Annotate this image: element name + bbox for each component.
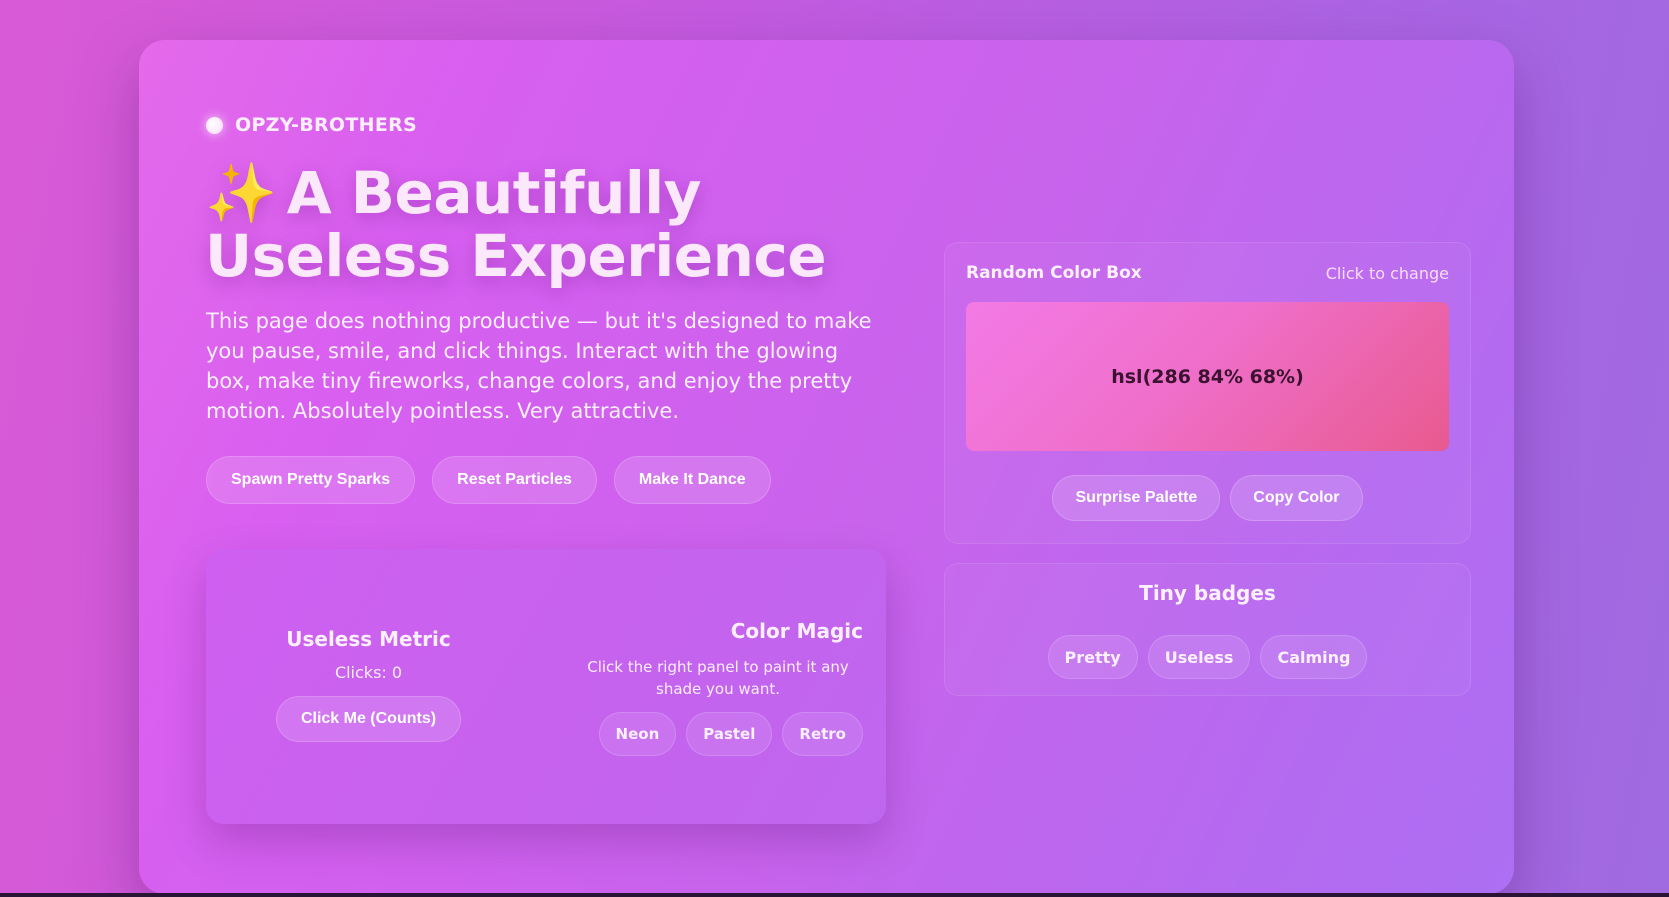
- sparkle-icon: ✨: [205, 159, 277, 227]
- chip-neon[interactable]: Neon: [598, 712, 677, 756]
- palette-chips: Neon Pastel Retro: [573, 712, 863, 756]
- make-it-dance-button[interactable]: Make It Dance: [613, 456, 771, 504]
- spawn-sparks-button[interactable]: Spawn Pretty Sparks: [206, 456, 416, 504]
- useless-metric: Useless Metric Clicks: 0 Click Me (Count…: [206, 627, 531, 742]
- chip-pastel[interactable]: Pastel: [686, 712, 773, 756]
- badges-panel: Tiny badges Pretty Useless Calming: [944, 563, 1471, 696]
- color-panel-header: Random Color Box Click to change: [966, 263, 1449, 283]
- chip-retro[interactable]: Retro: [782, 712, 863, 756]
- surprise-palette-button[interactable]: Surprise Palette: [1052, 475, 1221, 521]
- click-me-button[interactable]: Click Me (Counts): [275, 696, 462, 742]
- hero-title-line2: Useless Experience: [205, 222, 827, 290]
- color-panel-hint: Click to change: [1325, 263, 1449, 283]
- random-color-panel: Random Color Box Click to change hsl(286…: [944, 242, 1471, 544]
- reset-particles-button[interactable]: Reset Particles: [432, 456, 597, 504]
- color-magic: Color Magic Click the right panel to pai…: [573, 619, 863, 756]
- color-magic-description: Click the right panel to paint it any sh…: [587, 658, 849, 698]
- badge-pretty: Pretty: [1047, 635, 1138, 679]
- metric-panel: Useless Metric Clicks: 0 Click Me (Count…: [206, 549, 886, 824]
- brand: OPZY-BROTHERS: [206, 114, 417, 136]
- copy-color-button[interactable]: Copy Color: [1230, 475, 1363, 521]
- color-magic-title: Color Magic: [730, 619, 863, 643]
- brand-name: OPZY-BROTHERS: [235, 114, 418, 136]
- hero-title-line1: A Beautifully: [286, 159, 702, 227]
- click-counter: Clicks: 0: [334, 663, 403, 682]
- badges-title: Tiny badges: [1139, 581, 1276, 605]
- badge-useless: Useless: [1147, 635, 1251, 679]
- badges-row: Pretty Useless Calming: [945, 635, 1470, 679]
- main-card: OPZY-BROTHERS ✨ A Beautifully Useless Exp…: [139, 40, 1514, 894]
- hero-description: This page does nothing productive — but …: [206, 309, 872, 423]
- random-color-box[interactable]: hsl(286 84% 68%): [966, 302, 1449, 451]
- hero-actions: Spawn Pretty Sparks Reset Particles Make…: [206, 456, 771, 504]
- brand-dot-icon: [206, 116, 223, 134]
- bottom-strip: [0, 893, 1669, 897]
- color-panel-title: Random Color Box: [966, 263, 1142, 283]
- hero-title: ✨ A Beautifully Useless Experience: [205, 162, 925, 288]
- color-value: hsl(286 84% 68%): [1111, 365, 1304, 388]
- metric-title: Useless Metric: [286, 627, 451, 651]
- color-actions: Surprise Palette Copy Color: [945, 475, 1470, 521]
- badge-calming: Calming: [1260, 635, 1368, 679]
